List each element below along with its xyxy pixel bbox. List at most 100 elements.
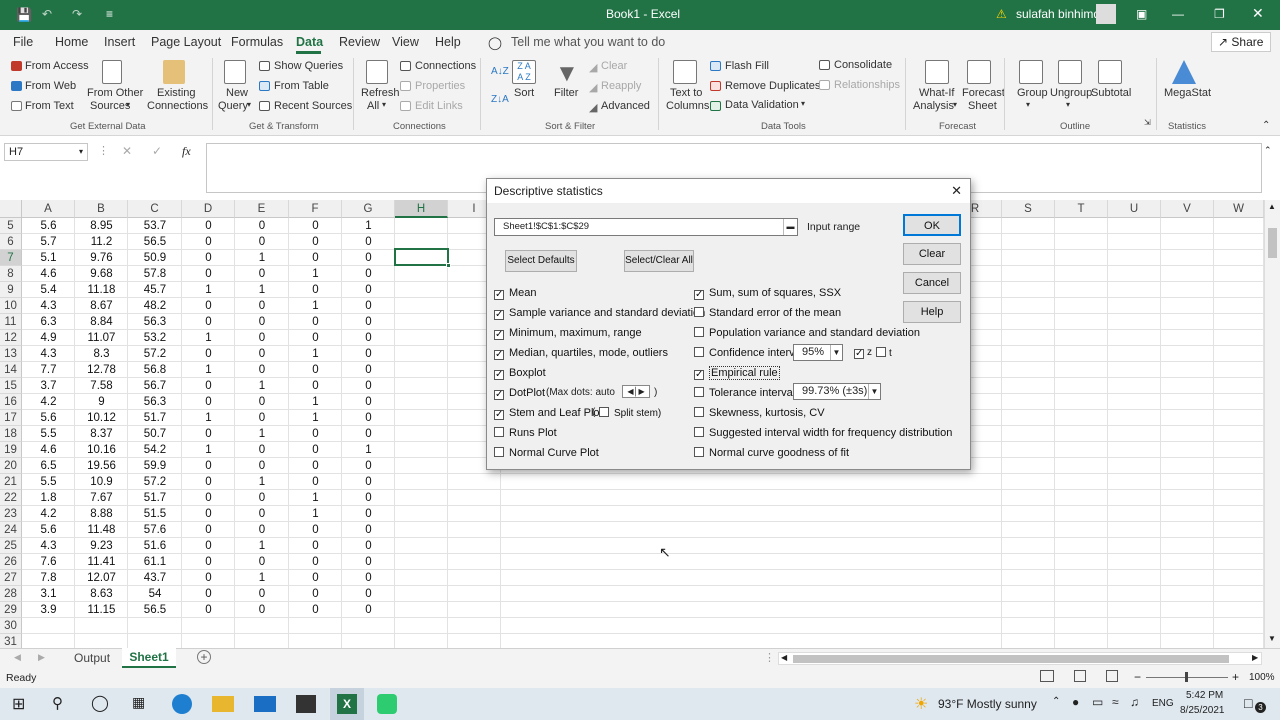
menu-insert[interactable]: Insert xyxy=(104,35,135,49)
checkbox-box[interactable] xyxy=(599,407,609,417)
megastat-button[interactable]: MegaStat xyxy=(1164,87,1211,99)
cell[interactable]: 59.9 xyxy=(128,458,182,474)
cell[interactable]: 51.5 xyxy=(128,506,182,522)
row-header[interactable]: 9 xyxy=(0,282,22,298)
language-indicator[interactable]: ENG xyxy=(1152,698,1174,709)
windows-start-icon[interactable]: ⊞ xyxy=(12,694,25,714)
cell[interactable]: 0 xyxy=(289,250,342,266)
cell[interactable]: 0 xyxy=(235,586,289,602)
cell[interactable]: 0 xyxy=(342,570,395,586)
horizontal-scrollbar[interactable]: ◀ ▶ xyxy=(778,652,1262,665)
cell[interactable]: 0 xyxy=(289,474,342,490)
cell[interactable]: 0 xyxy=(342,234,395,250)
zoom-level[interactable]: 100% xyxy=(1249,672,1275,683)
advanced-filter-button[interactable]: Advanced xyxy=(601,100,650,112)
checkbox-box[interactable]: ✓ xyxy=(854,349,864,359)
menu-review[interactable]: Review xyxy=(339,35,380,49)
cell[interactable]: 1 xyxy=(182,330,235,346)
cell[interactable]: 0 xyxy=(342,282,395,298)
cell[interactable]: 0 xyxy=(182,234,235,250)
cell[interactable]: 11.07 xyxy=(75,330,128,346)
cell[interactable]: 0 xyxy=(182,490,235,506)
from-access-button[interactable]: From Access xyxy=(25,60,89,72)
quick-access-customize-icon[interactable]: ≡ xyxy=(106,7,113,21)
tab-sheet1[interactable]: Sheet1 xyxy=(122,648,176,668)
tell-me-search[interactable]: Tell me what you want to do xyxy=(511,35,665,49)
cell[interactable]: 0 xyxy=(235,506,289,522)
cell[interactable]: 8.84 xyxy=(75,314,128,330)
sort-az-icon[interactable]: A↓Z xyxy=(491,66,509,77)
cell[interactable]: 57.8 xyxy=(128,266,182,282)
row-header[interactable]: 27 xyxy=(0,570,22,586)
cell[interactable]: 4.3 xyxy=(22,538,75,554)
z-checkbox[interactable]: ✓ z xyxy=(854,347,872,359)
checkbox-sample-variance-and-standard-deviation[interactable]: ✓ Sample variance and standard deviation xyxy=(494,307,705,320)
menu-view[interactable]: View xyxy=(392,35,419,49)
refresh-label[interactable]: Refresh xyxy=(361,87,400,99)
cell[interactable]: 0 xyxy=(182,458,235,474)
cell[interactable]: 4.6 xyxy=(22,442,75,458)
checkbox-median-quartiles-mode-outliers[interactable]: ✓ Median, quartiles, mode, outliers xyxy=(494,347,668,360)
cell[interactable]: 56.5 xyxy=(128,234,182,250)
cell[interactable]: 1 xyxy=(182,282,235,298)
row-header[interactable]: 26 xyxy=(0,554,22,570)
sheet-label[interactable]: Sheet xyxy=(968,100,997,112)
checkbox-minimum-maximum-range[interactable]: ✓ Minimum, maximum, range xyxy=(494,327,642,340)
file-explorer-icon[interactable] xyxy=(212,696,234,712)
cell[interactable]: 0 xyxy=(182,346,235,362)
checkbox-box[interactable]: ✓ xyxy=(494,350,504,360)
menu-help[interactable]: Help xyxy=(435,35,461,49)
cell[interactable]: 0 xyxy=(182,218,235,234)
store-icon[interactable] xyxy=(296,695,316,713)
row-header[interactable]: 24 xyxy=(0,522,22,538)
app-icon[interactable] xyxy=(377,694,397,714)
cell[interactable]: 0 xyxy=(289,330,342,346)
data-validation-button[interactable]: Data Validation xyxy=(725,99,799,111)
from-other-label[interactable]: From Other xyxy=(87,87,143,99)
cell[interactable]: 0 xyxy=(289,314,342,330)
cell[interactable]: 0 xyxy=(235,394,289,410)
cell[interactable]: 4.3 xyxy=(22,298,75,314)
cell[interactable]: 1 xyxy=(289,490,342,506)
cell[interactable]: 0 xyxy=(342,522,395,538)
checkbox-box[interactable]: ✓ xyxy=(694,290,704,300)
show-queries-button[interactable]: Show Queries xyxy=(274,60,343,72)
cell[interactable]: 5.7 xyxy=(22,234,75,250)
cancel-entry-icon[interactable]: ✕ xyxy=(122,144,132,158)
cell[interactable]: 0 xyxy=(182,522,235,538)
name-box[interactable]: H7 ▾ xyxy=(4,143,88,161)
maximize-icon[interactable]: ❐ xyxy=(1214,7,1225,21)
normal-view-icon[interactable] xyxy=(1040,670,1054,682)
vertical-scrollbar[interactable]: ▲ ▼ xyxy=(1264,200,1280,648)
cell[interactable]: 0 xyxy=(289,554,342,570)
cell[interactable]: 0 xyxy=(235,458,289,474)
cell[interactable]: 0 xyxy=(289,282,342,298)
row-header[interactable]: 10 xyxy=(0,298,22,314)
zoom-out-icon[interactable]: − xyxy=(1134,670,1141,684)
row-header[interactable]: 28 xyxy=(0,586,22,602)
cell[interactable]: 3.9 xyxy=(22,602,75,618)
cell[interactable]: 50.7 xyxy=(128,426,182,442)
cell[interactable]: 0 xyxy=(235,298,289,314)
cell[interactable]: 0 xyxy=(342,298,395,314)
zoom-slider-thumb[interactable] xyxy=(1185,672,1188,682)
checkbox-box[interactable] xyxy=(694,427,704,437)
battery-icon[interactable]: ▭ xyxy=(1092,695,1103,709)
cell[interactable]: 1 xyxy=(289,346,342,362)
checkbox-box[interactable]: ✓ xyxy=(694,370,704,380)
cell[interactable]: 0 xyxy=(182,426,235,442)
avatar[interactable] xyxy=(1096,4,1116,24)
cell[interactable]: 10.9 xyxy=(75,474,128,490)
cell[interactable]: 9.68 xyxy=(75,266,128,282)
row-header[interactable]: 11 xyxy=(0,314,22,330)
cell[interactable]: 9.23 xyxy=(75,538,128,554)
ungroup-button[interactable]: Ungroup xyxy=(1050,87,1092,99)
cell[interactable]: 0 xyxy=(289,218,342,234)
cell[interactable]: 11.15 xyxy=(75,602,128,618)
cell[interactable]: 1 xyxy=(235,250,289,266)
new-label[interactable]: New xyxy=(226,87,248,99)
filter-button[interactable]: Filter xyxy=(554,87,578,99)
cell[interactable]: 11.2 xyxy=(75,234,128,250)
cell[interactable]: 0 xyxy=(342,394,395,410)
checkbox-box[interactable]: ✓ xyxy=(494,410,504,420)
